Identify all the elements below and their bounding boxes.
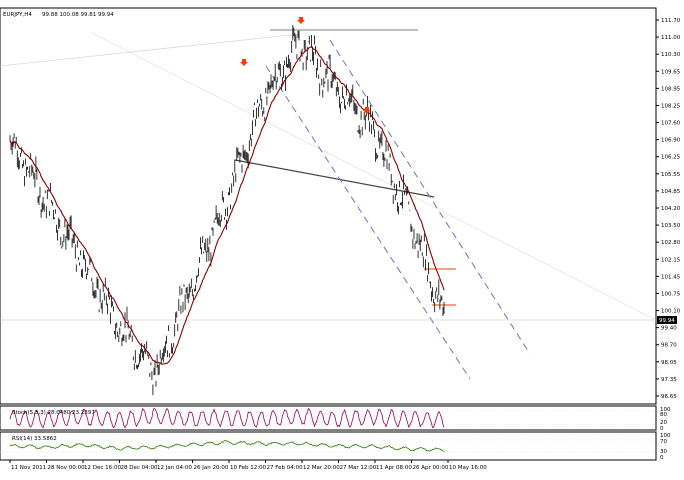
time-axis-label: 26 Jan 20:00 (194, 465, 229, 471)
price-axis-label: 110.30 (661, 52, 681, 58)
stoch-label: Stoch(5,3,3) 28.0480 23.2397 (12, 410, 95, 416)
time-axis-label: 11 Nov 2011 (11, 465, 46, 471)
price-axis-label: 103.50 (661, 223, 681, 229)
price-axis-label: 108.95 (661, 86, 681, 92)
chart-window[interactable]: EURJPY,H4 99.88 100.08 99.81 99.94 111.7… (0, 0, 684, 478)
price-axis-label: 98.05 (661, 360, 677, 366)
price-axis-label: 104.85 (661, 189, 681, 195)
price-axis-label: 106.90 (661, 138, 681, 144)
time-axis-label: 12 Dec 16:00 (84, 465, 121, 471)
rsi-axis-label: 0 (660, 455, 664, 461)
price-axis-label: 104.20 (661, 206, 681, 212)
price-axis-label: 111.70 (661, 18, 681, 24)
price-axis-label: 111.00 (661, 35, 681, 41)
time-axis-label: 27 Feb 04:00 (267, 465, 304, 471)
current-price-label: 99.94 (659, 318, 675, 324)
price-axis-label: 97.35 (661, 377, 677, 383)
price-axis-label: 102.15 (661, 257, 681, 263)
price-axis-label: 100.75 (661, 291, 681, 297)
rsi-label: RSI(14) 33.5862 (12, 436, 57, 442)
price-axis-label: 100.10 (661, 309, 681, 315)
stoch-axis-label: 0 (660, 426, 664, 432)
time-axis-label: 11 Apr 08:00 (376, 465, 412, 471)
price-axis-label: 96.65 (661, 394, 677, 400)
rsi-axis-label: 70 (660, 439, 667, 445)
time-axis[interactable]: 11 Nov 2011 28 Nov 00:00 12 Dec 16:00 28 De… (9, 460, 487, 471)
time-axis-label: 27 Mar 12:00 (340, 465, 377, 471)
price-axis-label: 98.70 (661, 343, 677, 349)
price-axis-label: 109.65 (661, 69, 681, 75)
time-axis-label: 12 Jan 04:00 (157, 465, 192, 471)
symbol-label: EURJPY,H4 (3, 12, 32, 18)
stoch-axis-label: 80 (660, 412, 667, 418)
price-axis-label: 108.25 (661, 103, 681, 109)
time-axis-label: 26 Apr 00:00 (413, 465, 449, 471)
ohlc-label: 99.88 100.08 99.81 99.94 (42, 12, 114, 18)
price-axis-label: 102.80 (661, 240, 681, 246)
price-axis-label: 106.25 (661, 155, 681, 161)
chart-canvas[interactable]: EURJPY,H4 99.88 100.08 99.81 99.94 111.7… (0, 0, 684, 478)
time-axis-label: 28 Dec 04:00 (121, 465, 158, 471)
time-axis-label: 12 Mar 20:00 (303, 465, 340, 471)
price-axis[interactable]: 111.70 111.00 110.30 109.65 108.95 108.25 107.… (656, 18, 681, 400)
price-axis-label: 105.55 (661, 172, 681, 178)
time-axis-label: 10 May 16:00 (449, 465, 487, 471)
time-axis-label: 28 Nov 00:00 (48, 465, 86, 471)
price-axis-label: 107.60 (661, 121, 681, 127)
price-axis-label: 101.45 (661, 274, 681, 280)
price-axis-label: 99.40 (661, 326, 677, 332)
time-axis-label: 10 Feb 12:00 (230, 465, 267, 471)
